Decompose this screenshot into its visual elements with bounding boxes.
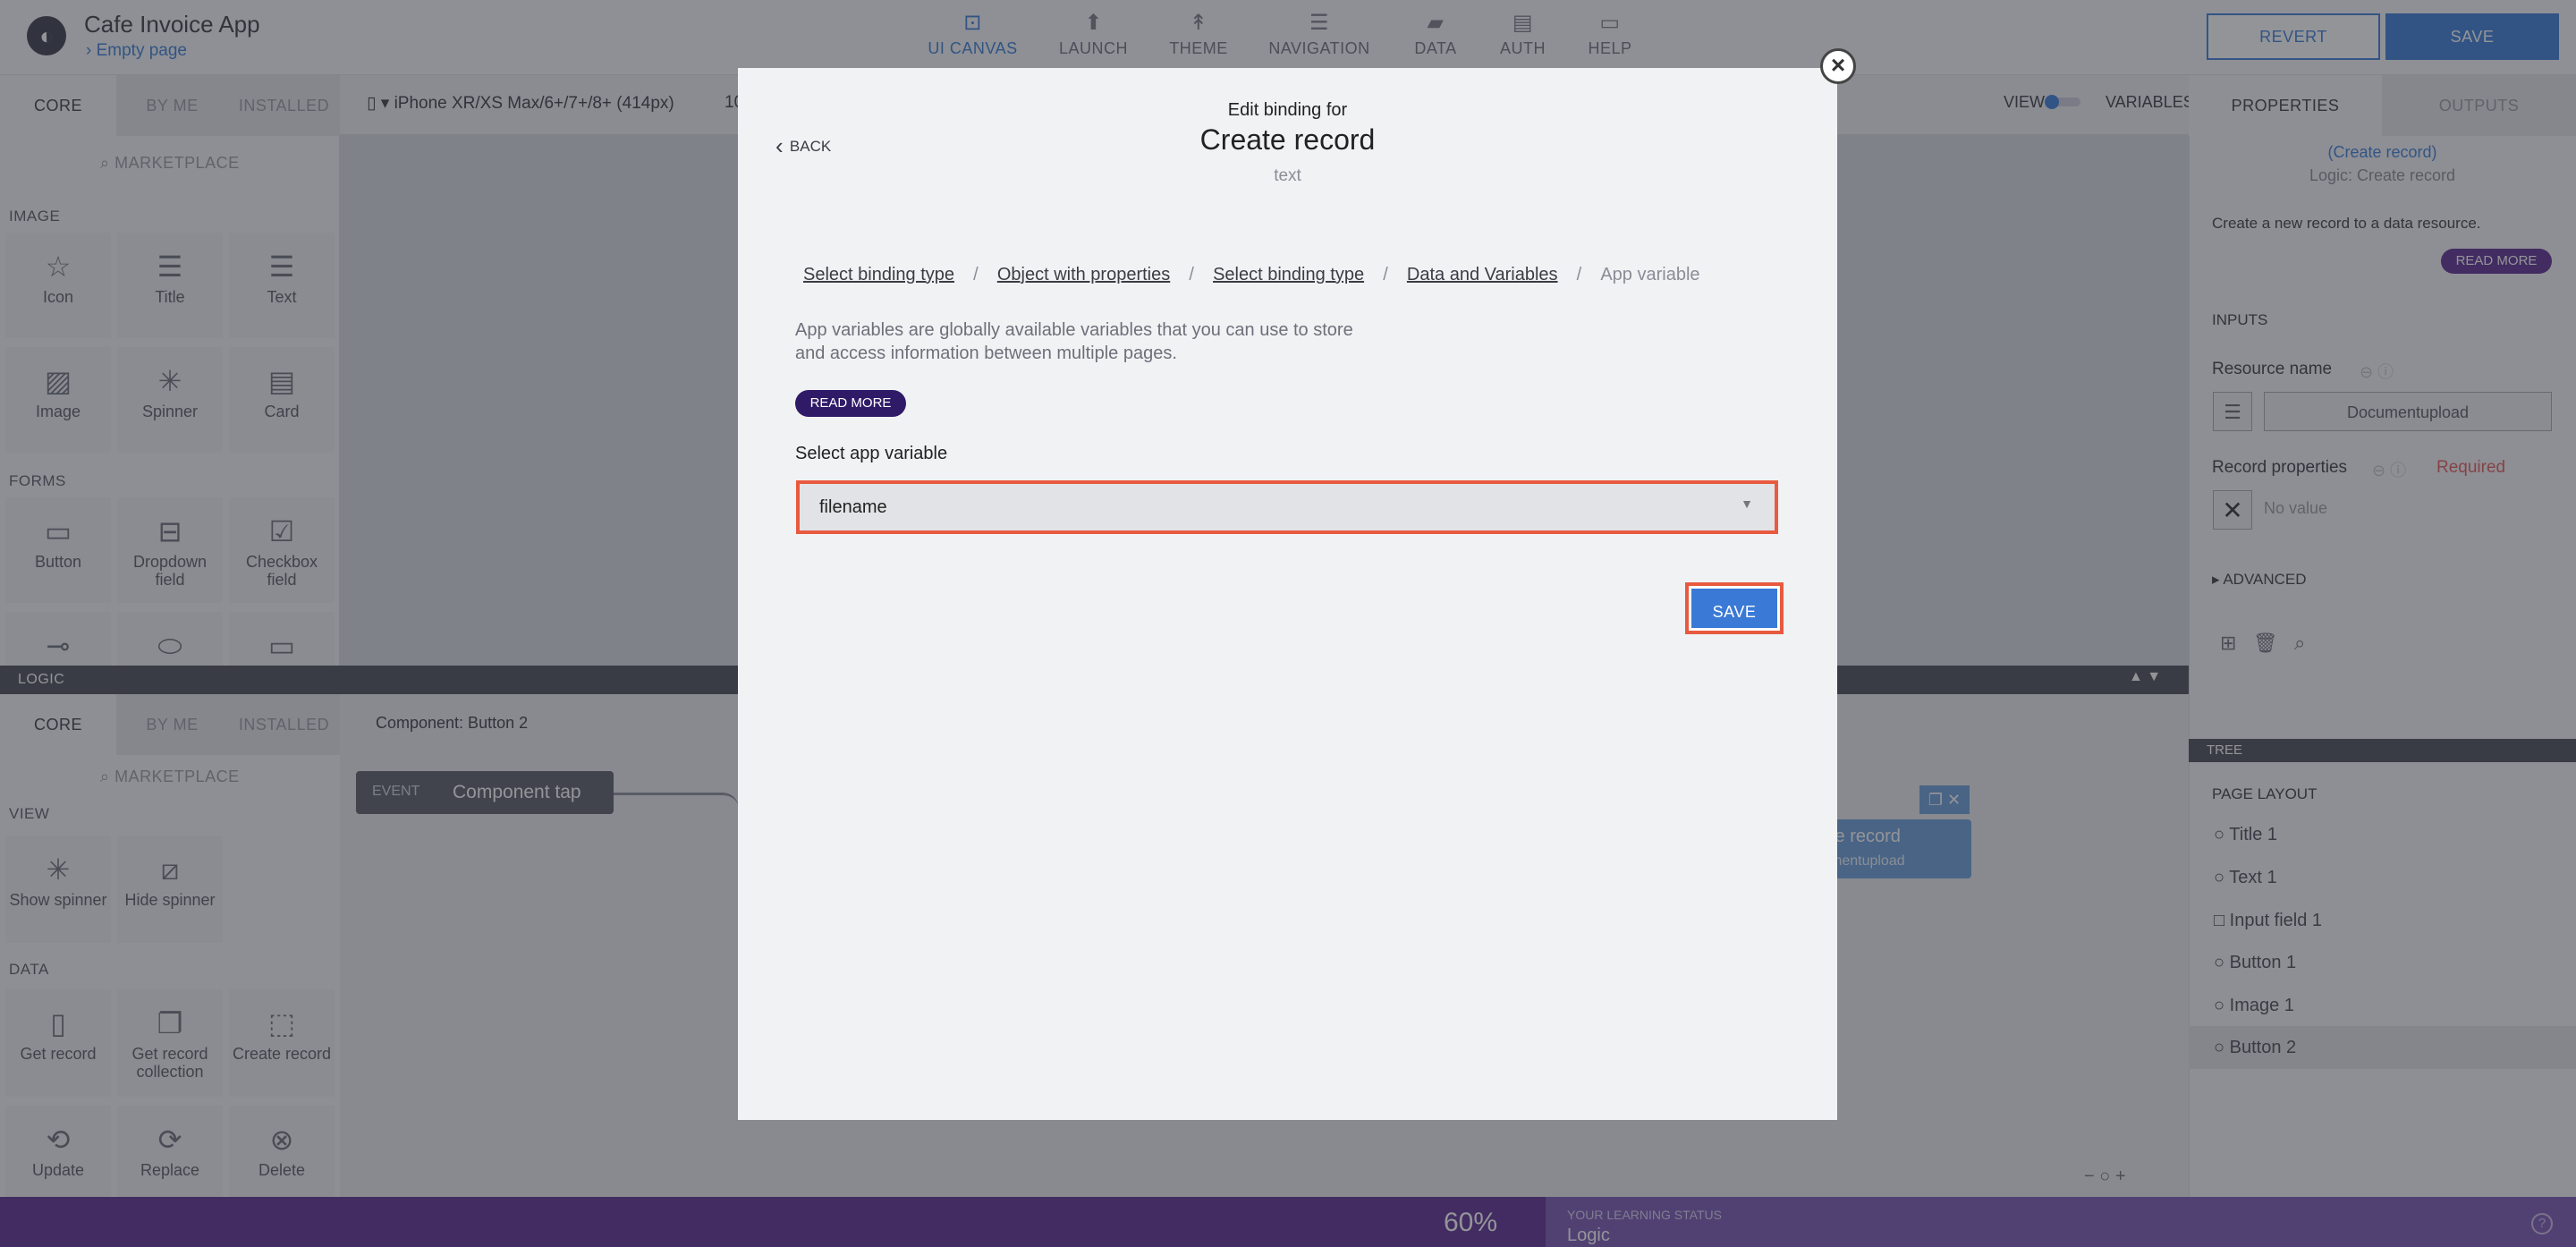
chevron-down-icon: ▼ (1741, 496, 1753, 511)
app-variable-select[interactable]: filename ▼ (796, 480, 1778, 534)
breadcrumb: Select binding type / Object with proper… (803, 265, 1700, 285)
breadcrumb-separator: / (1561, 265, 1597, 284)
select-value: filename (819, 497, 887, 517)
select-app-variable-label: Select app variable (795, 444, 948, 463)
binding-type: text (1274, 166, 1301, 185)
modal-heading: Create record (1199, 123, 1376, 156)
modal-save-button[interactable]: SAVE (1685, 582, 1784, 634)
breadcrumb-separator: / (958, 265, 994, 284)
breadcrumb-data-and-variables[interactable]: Data and Variables (1407, 265, 1558, 284)
breadcrumb-current: App variable (1600, 265, 1700, 284)
close-icon[interactable]: × (1820, 48, 1856, 84)
breadcrumb-select-binding-type-2[interactable]: Select binding type (1213, 265, 1364, 284)
breadcrumb-select-binding-type[interactable]: Select binding type (803, 265, 954, 284)
breadcrumb-object-with-properties[interactable]: Object with properties (997, 265, 1170, 284)
modal-description: App variables are globally available var… (795, 320, 1353, 363)
breadcrumb-separator: / (1368, 265, 1403, 284)
modal-read-more-button[interactable]: READ MORE (795, 390, 906, 417)
modal-heading-small: Edit binding for (1227, 100, 1348, 120)
breadcrumb-separator: / (1174, 265, 1209, 284)
edit-binding-modal (738, 68, 1837, 1120)
